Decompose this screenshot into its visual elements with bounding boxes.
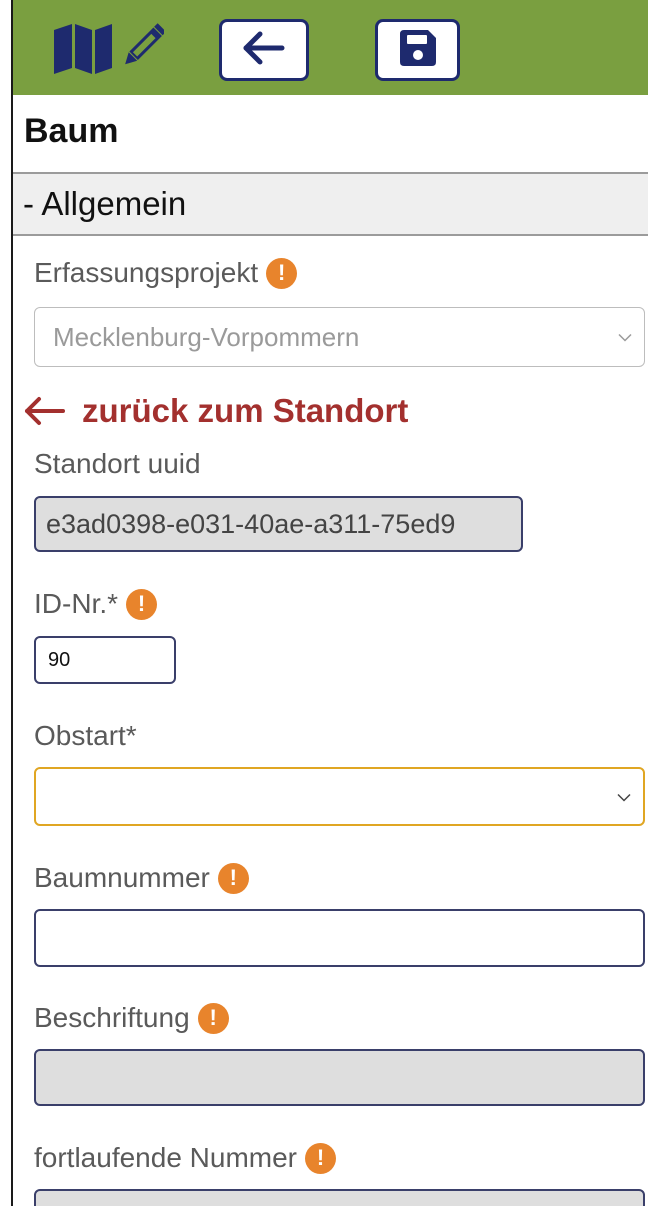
chevron-down-icon bbox=[617, 786, 631, 807]
section-allgemein-header[interactable]: - Allgemein bbox=[13, 172, 648, 236]
baumnummer-input[interactable] bbox=[34, 909, 645, 967]
standort-uuid-label: Standort uuid bbox=[34, 448, 201, 480]
left-edge bbox=[0, 0, 13, 1206]
map-edit-icon[interactable] bbox=[52, 18, 164, 76]
fortlaufende-nummer-label: fortlaufende Nummer ! bbox=[34, 1142, 337, 1174]
standort-uuid-value: e3ad0398-e031-40ae-a311-75ed9 bbox=[46, 508, 456, 539]
erfassungsprojekt-label: Erfassungsprojekt ! bbox=[34, 257, 298, 289]
standort-uuid-field: e3ad0398-e031-40ae-a311-75ed9 bbox=[34, 496, 523, 552]
fortlaufende-nummer-label-text: fortlaufende Nummer bbox=[34, 1142, 298, 1173]
erfassungsprojekt-select[interactable]: Mecklenburg-Vorpommern bbox=[34, 307, 645, 367]
obstart-label: Obstart* bbox=[34, 720, 137, 752]
warning-icon[interactable]: ! bbox=[305, 1142, 337, 1174]
app-screen: Baum - Allgemein Erfassungsprojekt ! Mec… bbox=[0, 0, 648, 1206]
erfassungsprojekt-label-text: Erfassungsprojekt bbox=[34, 257, 259, 288]
beschriftung-label-text: Beschriftung bbox=[34, 1002, 190, 1033]
baumnummer-label-text: Baumnummer bbox=[34, 862, 210, 893]
erfassungsprojekt-value: Mecklenburg-Vorpommern bbox=[53, 321, 360, 352]
warning-icon[interactable]: ! bbox=[126, 588, 157, 620]
id-nr-label-text: ID-Nr.* bbox=[34, 588, 118, 619]
floppy-disk-icon bbox=[398, 28, 438, 73]
fortlaufende-nummer-field bbox=[34, 1189, 645, 1206]
save-button[interactable] bbox=[375, 19, 460, 81]
section-label: - Allgemein bbox=[23, 185, 187, 222]
back-link-label: zurück zum Standort bbox=[82, 392, 409, 429]
page-title: Baum bbox=[24, 112, 119, 150]
obstart-label-text: Obstart* bbox=[34, 720, 137, 751]
toolbar bbox=[0, 0, 648, 95]
warning-icon[interactable]: ! bbox=[197, 1002, 229, 1034]
id-nr-value: 90 bbox=[48, 648, 71, 671]
back-to-standort-link[interactable]: zurück zum Standort bbox=[24, 392, 408, 430]
back-button[interactable] bbox=[219, 19, 309, 81]
standort-uuid-label-text: Standort uuid bbox=[34, 448, 201, 479]
id-nr-label: ID-Nr.* ! bbox=[34, 588, 157, 620]
arrow-left-icon bbox=[242, 31, 286, 70]
chevron-down-icon bbox=[618, 327, 632, 348]
baumnummer-label: Baumnummer ! bbox=[34, 862, 249, 894]
beschriftung-field bbox=[34, 1049, 645, 1106]
warning-icon[interactable]: ! bbox=[217, 862, 249, 894]
beschriftung-label: Beschriftung ! bbox=[34, 1002, 229, 1034]
arrow-left-icon bbox=[25, 397, 65, 425]
id-nr-input[interactable]: 90 bbox=[34, 636, 176, 684]
obstart-select[interactable] bbox=[34, 767, 645, 826]
warning-icon[interactable]: ! bbox=[266, 257, 298, 289]
